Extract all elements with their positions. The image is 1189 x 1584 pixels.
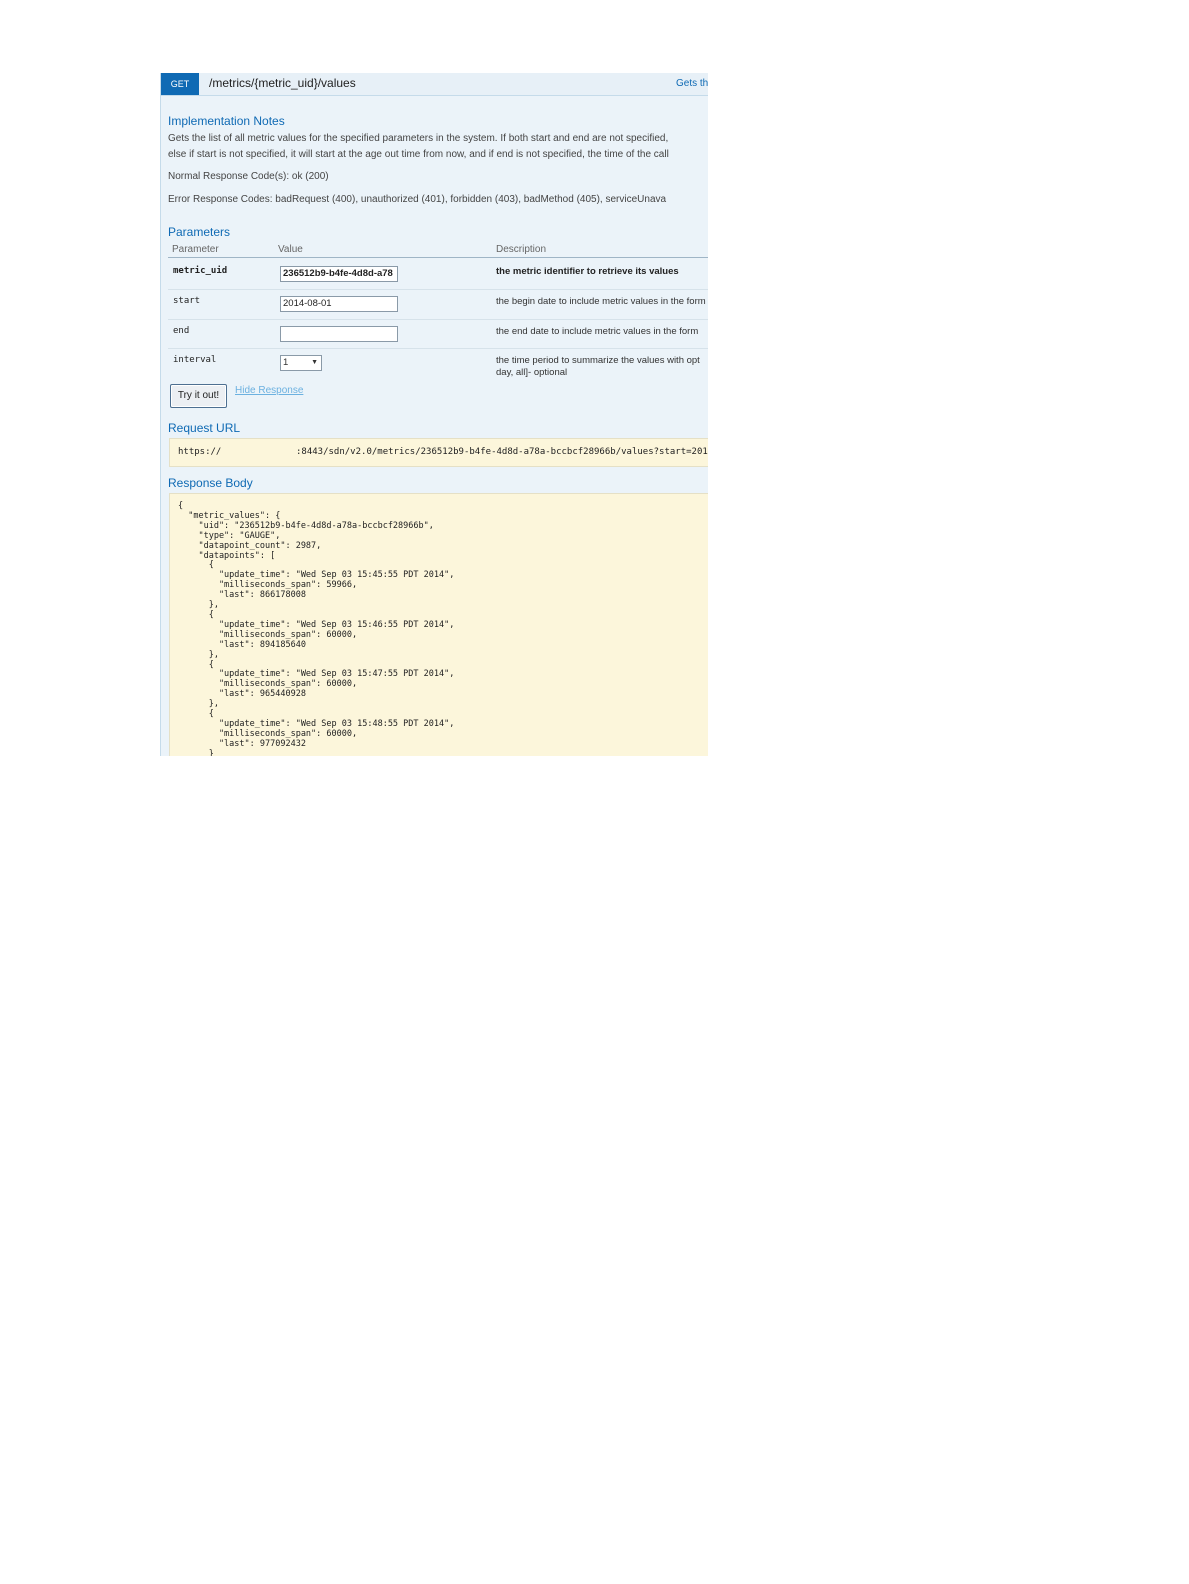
param-desc-interval: the time period to summarize the values … xyxy=(496,355,700,366)
request-url-scheme: https:// xyxy=(178,447,222,457)
row-divider xyxy=(168,319,708,320)
table-header-divider xyxy=(168,257,708,258)
response-body-title: Response Body xyxy=(168,476,253,490)
operation-panel: GET /metrics/{metric_uid}/values Gets th… xyxy=(160,73,708,756)
column-header-value: Value xyxy=(278,244,303,255)
end-input[interactable] xyxy=(280,326,398,342)
param-desc-start: the begin date to include metric values … xyxy=(496,296,706,307)
redacted-host xyxy=(226,448,296,457)
start-input[interactable]: 2014-08-01 xyxy=(280,296,398,312)
column-header-description: Description xyxy=(496,244,547,255)
request-url-title: Request URL xyxy=(168,421,241,435)
operation-heading[interactable]: GET /metrics/{metric_uid}/values Gets th xyxy=(161,73,708,96)
normal-response-codes: Normal Response Code(s): ok (200) xyxy=(168,171,329,182)
parameters-title: Parameters xyxy=(168,225,231,239)
method-badge[interactable]: GET xyxy=(161,73,199,95)
implementation-note-line-2: else if start is not specified, it will … xyxy=(168,149,669,160)
param-name-interval: interval xyxy=(173,355,217,365)
param-name-start: start xyxy=(173,296,201,306)
param-desc-metric-uid: the metric identifier to retrieve its va… xyxy=(496,266,679,277)
operation-path[interactable]: /metrics/{metric_uid}/values xyxy=(209,76,356,90)
response-body-json: { "metric_values": { "uid": "236512b9-b4… xyxy=(178,501,455,756)
param-name-end: end xyxy=(173,326,190,336)
interval-select-value: 1 xyxy=(283,357,289,368)
response-body-box[interactable]: { "metric_values": { "uid": "236512b9-b4… xyxy=(169,493,708,756)
interval-select[interactable]: 1 ▼ xyxy=(280,355,322,371)
row-divider xyxy=(168,289,708,290)
column-header-parameter: Parameter xyxy=(172,244,219,255)
metric-uid-input[interactable]: 236512b9-b4fe-4d8d-a78 xyxy=(280,266,398,282)
param-desc-end: the end date to include metric values in… xyxy=(496,326,699,337)
request-url-path: :8443/sdn/v2.0/metrics/236512b9-b4fe-4d8… xyxy=(296,447,708,457)
implementation-notes-title: Implementation Notes xyxy=(168,114,285,128)
request-url-box: https:// :8443/sdn/v2.0/metrics/236512b9… xyxy=(169,438,708,467)
row-divider xyxy=(168,348,708,349)
chevron-down-icon: ▼ xyxy=(311,359,318,366)
try-it-out-button[interactable]: Try it out! xyxy=(170,384,227,408)
operation-summary[interactable]: Gets th xyxy=(676,78,708,89)
param-name-metric-uid: metric_uid xyxy=(173,266,228,276)
param-desc-interval-line-2: day, all]- optional xyxy=(496,367,568,378)
hide-response-link[interactable]: Hide Response xyxy=(235,385,303,396)
error-response-codes: Error Response Codes: badRequest (400), … xyxy=(168,194,667,205)
implementation-note-line-1: Gets the list of all metric values for t… xyxy=(168,133,669,144)
